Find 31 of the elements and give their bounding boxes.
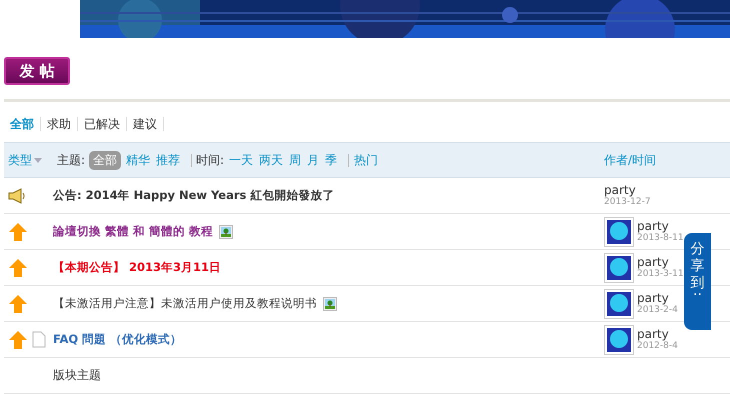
up-arrow-icon (8, 222, 28, 242)
filter-tab[interactable]: 已解决 (78, 117, 127, 131)
megaphone-icon (8, 188, 26, 204)
filter-tab[interactable]: 求助 (41, 117, 78, 131)
thread-title-link[interactable]: 論壇切換 繁體 和 簡體的 教程 (53, 224, 214, 239)
author-name[interactable]: party (637, 256, 684, 268)
time-label: 时间: (196, 152, 224, 168)
up-arrow-icon (8, 258, 28, 278)
up-arrow-icon (8, 330, 28, 350)
post-date: 2013-12-7 (604, 196, 651, 208)
author-name[interactable]: party (637, 328, 678, 340)
post-date: 2013-8-11 (637, 232, 684, 244)
thread-title-link[interactable]: 公告: 2014年 Happy New Years 紅包開始發放了 (53, 188, 334, 203)
author-name[interactable]: party (637, 220, 684, 232)
filter-tab[interactable]: 建议 (127, 117, 164, 131)
post-date: 2013-3-11 (637, 268, 684, 280)
share-tab[interactable]: 分享到 ·· (684, 233, 711, 330)
topic-label: 主题: (57, 152, 86, 168)
author-name[interactable]: party (637, 292, 678, 304)
thread-title-link[interactable]: 【本期公告】 2013年3月11日 (53, 260, 222, 275)
thread-title-link[interactable]: FAQ 問題 （优化模式） (53, 332, 182, 347)
filter-tab[interactable]: 全部 (4, 117, 41, 131)
author-name[interactable]: party (604, 184, 651, 196)
section-heading: 版块主题 (52, 367, 101, 384)
caret-icon (34, 158, 42, 162)
author-time-header: 作者/时间 (604, 152, 658, 168)
post-date: 2013-2-4 (637, 304, 678, 316)
post-button[interactable]: 发 帖 (4, 57, 70, 85)
post-date: 2012-8-4 (637, 340, 678, 352)
thread-title-link[interactable]: 【未激活用户注意】未激活用户使用及教程说明书 (53, 296, 317, 311)
up-arrow-icon (8, 294, 28, 314)
